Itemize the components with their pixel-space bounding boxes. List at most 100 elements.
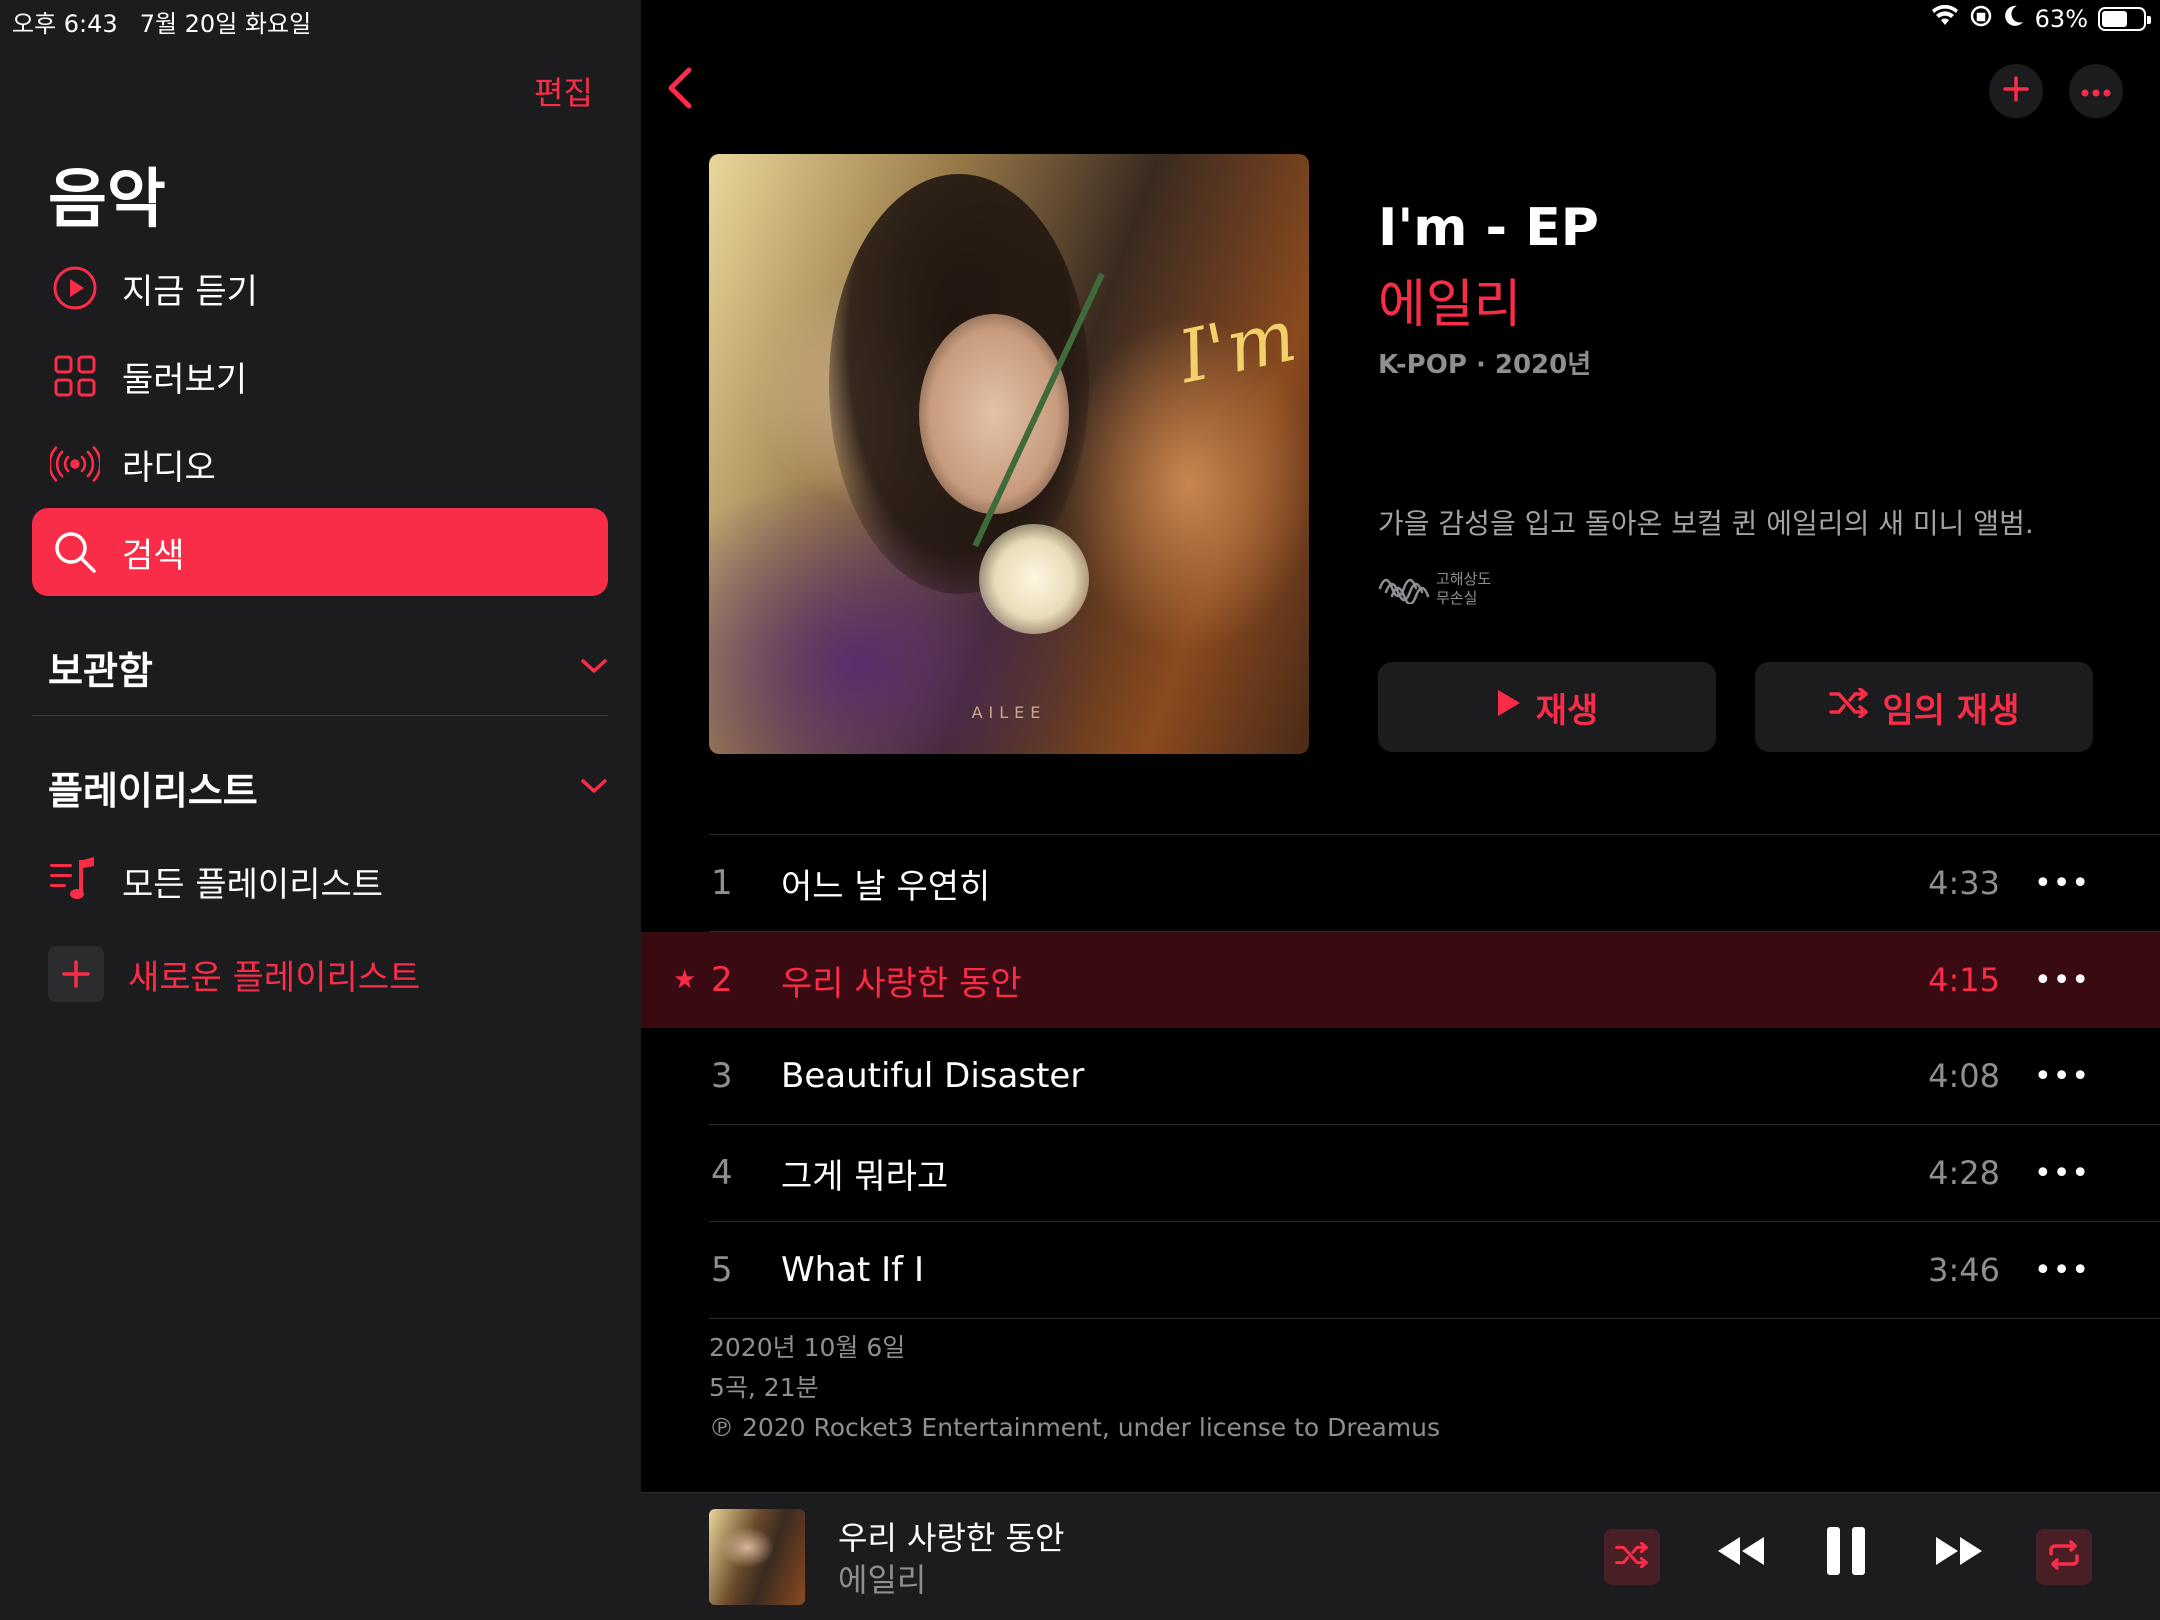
track-row[interactable]: 1 어느 날 우연히 4:33 ••• bbox=[709, 835, 2160, 931]
radio-icon bbox=[50, 439, 100, 489]
track-title: What If I bbox=[781, 1250, 924, 1290]
track-more-button[interactable]: ••• bbox=[2034, 1156, 2089, 1191]
ellipsis-icon: ••• bbox=[2034, 962, 2091, 998]
mini-player-title: 우리 사랑한 동안 bbox=[838, 1519, 1065, 1557]
chevron-down-icon bbox=[580, 656, 608, 680]
shuffle-play-button[interactable]: 임의 재생 bbox=[1755, 662, 2093, 752]
back-button[interactable] bbox=[665, 66, 695, 114]
shuffle-button-label: 임의 재생 bbox=[1882, 690, 2020, 731]
library-section-header[interactable]: 보관함 bbox=[48, 640, 608, 695]
shuffle-icon bbox=[1615, 1541, 1649, 1572]
album-detail: 63% I'm AILEE I'm - EP 에일리 K-POP · 2020년… bbox=[641, 0, 2160, 1620]
previous-track-button[interactable] bbox=[1711, 1523, 1771, 1583]
sidebar-item-label: 지금 듣기 bbox=[122, 271, 258, 312]
track-duration: 4:28 bbox=[1928, 1154, 2000, 1192]
play-button[interactable]: 재생 bbox=[1378, 662, 1716, 752]
playlist-icon bbox=[48, 854, 98, 908]
track-number: 5 bbox=[711, 1250, 733, 1290]
track-duration: 3:46 bbox=[1928, 1251, 2000, 1289]
track-more-button[interactable]: ••• bbox=[2034, 963, 2089, 998]
artwork-rose bbox=[979, 524, 1089, 634]
status-date-label: 7월 20일 화요일 bbox=[139, 10, 312, 38]
track-number: 2 bbox=[711, 960, 733, 1000]
artwork-script-title: I'm bbox=[1171, 292, 1303, 400]
play-icon bbox=[1496, 687, 1522, 727]
track-more-button[interactable]: ••• bbox=[2034, 1059, 2089, 1094]
album-meta: K-POP · 2020년 bbox=[1378, 350, 1592, 380]
artwork-face bbox=[919, 314, 1069, 514]
repeat-icon bbox=[2047, 1540, 2081, 1574]
sidebar-item-label: 모든 플레이리스트 bbox=[122, 864, 384, 905]
ellipsis-icon: ••• bbox=[2034, 1058, 2091, 1094]
album-artwork: I'm AILEE bbox=[709, 154, 1309, 754]
sidebar-item-browse[interactable]: 둘러보기 bbox=[32, 332, 608, 420]
new-playlist-label: 새로운 플레이리스트 bbox=[128, 957, 421, 998]
track-more-button[interactable]: ••• bbox=[2034, 1253, 2089, 1288]
backward-icon bbox=[1714, 1534, 1768, 1572]
track-row[interactable]: 3 Beautiful Disaster 4:08 ••• bbox=[709, 1028, 2160, 1124]
track-separator bbox=[709, 1318, 2160, 1319]
library-section-label: 보관함 bbox=[48, 649, 153, 693]
album-description[interactable]: 가을 감성을 입고 돌아온 보컬 퀸 에일리의 새 미니 앨범. bbox=[1378, 502, 2034, 542]
sidebar-item-listen-now[interactable]: 지금 듣기 bbox=[32, 244, 608, 332]
track-duration: 4:15 bbox=[1928, 961, 2000, 999]
track-number: 4 bbox=[711, 1153, 733, 1193]
sidebar-item-all-playlists[interactable]: 모든 플레이리스트 bbox=[48, 854, 383, 908]
new-playlist-button[interactable]: 새로운 플레이리스트 bbox=[48, 946, 420, 1002]
track-summary: 5곡, 21분 bbox=[709, 1373, 819, 1402]
album-title: I'm - EP bbox=[1378, 198, 1599, 258]
pause-button[interactable] bbox=[1821, 1523, 1871, 1583]
repeat-toggle-button[interactable] bbox=[2036, 1529, 2092, 1585]
track-title: Beautiful Disaster bbox=[781, 1056, 1085, 1096]
star-icon: ★ bbox=[673, 965, 697, 995]
shuffle-toggle-button[interactable] bbox=[1604, 1529, 1660, 1585]
lossless-badge[interactable]: 고해상도 무손실 bbox=[1378, 570, 1491, 608]
mini-player-artwork[interactable] bbox=[709, 1509, 805, 1605]
play-circle-icon bbox=[50, 263, 100, 313]
track-row[interactable]: 4 그게 뭐라고 4:28 ••• bbox=[709, 1125, 2160, 1221]
plus-icon bbox=[48, 946, 104, 1002]
lossless-line2: 무손실 bbox=[1436, 589, 1478, 607]
more-options-button[interactable] bbox=[2069, 64, 2123, 118]
album-artist-link[interactable]: 에일리 bbox=[1378, 262, 1522, 337]
sidebar-item-label: 둘러보기 bbox=[122, 359, 248, 400]
battery-fill bbox=[2102, 11, 2128, 27]
status-bar-left-overlay: 오후 6:43 7월 20일 화요일 bbox=[12, 4, 311, 39]
track-more-button[interactable]: ••• bbox=[2034, 866, 2089, 901]
status-bar-right: 63% bbox=[1931, 4, 2151, 34]
track-row-now-playing[interactable]: ★ 2 우리 사랑한 동안 4:15 ••• bbox=[641, 932, 2160, 1028]
artwork-brand: AILEE bbox=[971, 703, 1047, 722]
chevron-down-icon bbox=[580, 776, 608, 800]
edit-button[interactable]: 편집 bbox=[534, 68, 593, 114]
playlists-section-label: 플레이리스트 bbox=[48, 769, 258, 813]
search-icon bbox=[50, 527, 100, 577]
track-row[interactable]: 5 What If I 3:46 ••• bbox=[709, 1222, 2160, 1318]
sidebar-item-radio[interactable]: 라디오 bbox=[32, 420, 608, 508]
ellipsis-icon: ••• bbox=[2034, 1155, 2091, 1191]
release-date: 2020년 10월 6일 bbox=[709, 1333, 906, 1362]
track-title: 그게 뭐라고 bbox=[781, 1156, 949, 1197]
playlists-section-header[interactable]: 플레이리스트 bbox=[48, 760, 608, 815]
sidebar-item-search[interactable]: 검색 bbox=[32, 508, 608, 596]
status-time-label: 오후 6:43 bbox=[12, 10, 118, 38]
chevron-left-icon bbox=[665, 67, 695, 114]
mini-player[interactable]: 우리 사랑한 동안 에일리 bbox=[641, 1492, 2160, 1620]
battery-icon bbox=[2098, 7, 2151, 31]
track-title: 어느 날 우연히 bbox=[781, 866, 991, 907]
add-to-library-button[interactable] bbox=[1989, 64, 2043, 118]
play-button-label: 재생 bbox=[1535, 690, 1599, 731]
next-track-button[interactable] bbox=[1929, 1523, 1989, 1583]
ellipsis-icon bbox=[2081, 82, 2111, 101]
orientation-lock-icon bbox=[1969, 4, 1993, 34]
plus-icon bbox=[2003, 76, 2029, 106]
sidebar-divider bbox=[32, 715, 608, 716]
lossless-line1: 고해상도 bbox=[1436, 570, 1492, 588]
track-number: 1 bbox=[711, 863, 733, 903]
pause-icon bbox=[1824, 1525, 1868, 1581]
grid-icon bbox=[50, 351, 100, 401]
track-list: 1 어느 날 우연히 4:33 ••• ★ 2 우리 사랑한 동안 4:15 •… bbox=[641, 834, 2160, 1319]
sidebar-title: 음악 bbox=[48, 163, 166, 237]
sidebar-item-label: 검색 bbox=[122, 535, 185, 576]
shuffle-icon bbox=[1828, 687, 1869, 727]
track-title: 우리 사랑한 동안 bbox=[781, 963, 1022, 1004]
